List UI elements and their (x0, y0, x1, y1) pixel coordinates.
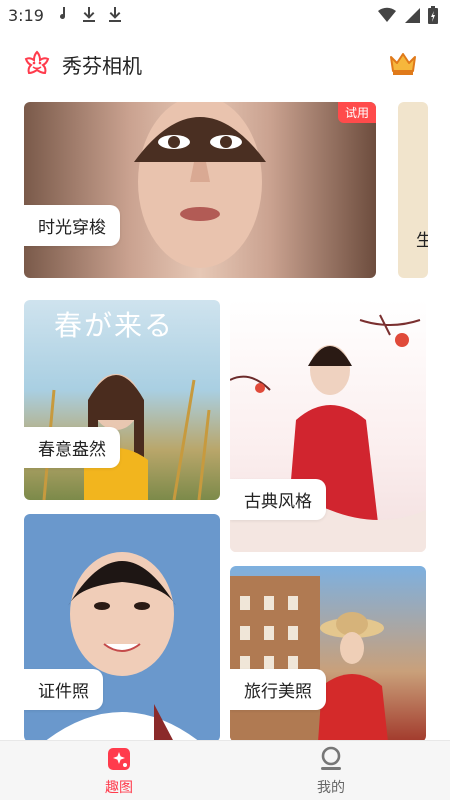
card-next-peek[interactable]: 生 (398, 102, 428, 278)
tab-label: 趣图 (105, 780, 133, 796)
wifi-icon (378, 7, 396, 23)
music-note-icon (60, 7, 66, 20)
tab-profile[interactable]: 我的 (286, 745, 376, 799)
card-spring[interactable]: 春が来る 春意盎然 (24, 300, 220, 500)
notification-icons (56, 6, 122, 22)
status-time: 3:19 (8, 6, 44, 25)
app-title: 秀芬相机 (62, 54, 142, 78)
card-time-travel[interactable]: 试用 时光穿梭 (24, 102, 376, 278)
portrait-image (134, 102, 266, 268)
system-icons (378, 6, 438, 24)
card-label: 旅行美照 (230, 669, 326, 710)
spring-portrait-image (42, 374, 211, 500)
card-label: 古典风格 (230, 479, 326, 520)
card-label: 生 (416, 231, 428, 251)
card-label: 证件照 (24, 669, 103, 710)
travel-portrait-image (230, 576, 388, 740)
card-classic[interactable]: 古典风格 (230, 300, 426, 552)
tab-label: 我的 (317, 780, 345, 796)
card-id-photo[interactable]: 证件照 (24, 514, 220, 740)
template-feed[interactable]: 试用 时光穿梭 生 春が来る 春意盎然 古典风格 证件照 旅行美照 (0, 100, 450, 740)
crown-icon[interactable] (388, 48, 418, 78)
card-label: 春意盎然 (24, 427, 120, 468)
trial-badge: 试用 (337, 102, 376, 123)
fun-image-icon (108, 748, 130, 770)
download-icon (109, 7, 121, 22)
bottom-tab-bar: 趣图 我的 (0, 740, 450, 800)
profile-icon (321, 746, 341, 770)
signal-icon (405, 8, 420, 23)
app-header: 秀芬相机 (0, 36, 450, 92)
battery-icon (428, 6, 438, 24)
card-label: 时光穿梭 (24, 205, 120, 246)
app-logo-icon (24, 50, 50, 75)
status-bar: 3:19 (0, 0, 450, 32)
card-travel[interactable]: 旅行美照 (230, 566, 426, 740)
download-icon (83, 7, 95, 22)
tab-fun-images[interactable]: 趣图 (74, 745, 164, 799)
